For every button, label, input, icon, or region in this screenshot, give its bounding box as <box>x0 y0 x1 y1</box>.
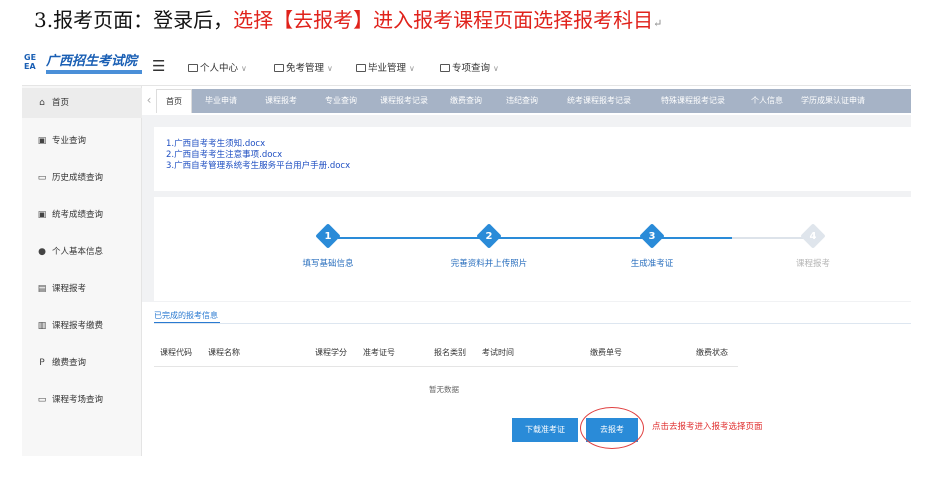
tab-course-apply[interactable]: 课程报考 <box>250 89 312 113</box>
step-connector <box>658 237 732 239</box>
sidebar-item-label: 课程考场查询 <box>52 395 104 405</box>
main-content: 1.广西自考考生须知.docx 2.广西自考考生注意事项.docx 3.广西自考… <box>142 115 911 456</box>
column-header: 缴费单号 <box>590 348 622 357</box>
sidebar: ⌂ 首页 ▣ 专业查询 ▭ 历史成绩查询 ▣ 统考成绩查询 ● 个人基本信息 ▤ 课程报考 … <box>22 86 142 456</box>
divider <box>154 366 738 367</box>
topnav-graduation[interactable]: 毕业管理 ∨ <box>356 60 415 74</box>
folder-icon <box>274 64 284 72</box>
tab-personal-info[interactable]: 个人信息 <box>738 89 796 113</box>
document-link[interactable]: 1.广西自考考生须知.docx <box>166 139 911 150</box>
tab-major-query[interactable]: 专业查询 <box>312 89 370 113</box>
step-label: 填写基础信息 <box>302 259 354 269</box>
tab-special-apply-records[interactable]: 特殊课程报考记录 <box>648 89 738 113</box>
folder-icon: ▭ <box>37 395 47 405</box>
user-icon: ● <box>38 247 46 257</box>
card-icon: ▤ <box>37 284 47 294</box>
column-header: 课程名称 <box>208 348 240 357</box>
sidebar-item-label: 课程报考缴费 <box>52 321 104 331</box>
sidebar-item-label: 专业查询 <box>52 136 87 146</box>
home-icon: ⌂ <box>39 98 45 108</box>
sidebar-item-major-query[interactable]: ▣ 专业查询 <box>22 126 142 156</box>
calendar-icon: ▣ <box>37 136 47 146</box>
sidebar-item-label: 缴费查询 <box>52 358 87 368</box>
step-label: 课程报考 <box>795 259 830 269</box>
folder-icon <box>188 64 198 72</box>
sidebar-item-payment-query[interactable]: P 缴费查询 <box>22 348 142 378</box>
logo-underline <box>46 70 142 74</box>
heading-highlight: 选择【去报考】进入报考课程页面选择报考科目 <box>233 8 654 32</box>
highlight-circle <box>580 407 644 449</box>
tab-unified-apply-records[interactable]: 统考课程报考记录 <box>550 89 648 113</box>
step-number: 2 <box>485 231 493 242</box>
tab-degree-certification[interactable]: 学历成果认证申请 <box>796 89 870 113</box>
step-label: 完善资料并上传照片 <box>450 259 528 269</box>
chevron-down-icon: ∨ <box>327 64 333 73</box>
divider <box>154 323 911 324</box>
sidebar-item-personal-info[interactable]: ● 个人基本信息 <box>22 237 142 267</box>
folder-icon <box>356 64 366 72</box>
tab-strip: 首页 毕业申请 课程报考 专业查询 课程报考记录 缴费查询 违纪查询 统考课程报… <box>156 89 911 113</box>
download-admission-ticket-button[interactable]: 下载准考证 <box>512 418 578 442</box>
sidebar-item-label: 统考成绩查询 <box>52 210 104 220</box>
annotation-text: 点击去报考进入报考选择页面 <box>652 422 763 432</box>
column-header: 考试时间 <box>482 348 514 357</box>
sidebar-item-label: 首页 <box>52 98 70 108</box>
heading-prefix: 3.报考页面：登录后， <box>34 8 234 32</box>
file-icon: ▭ <box>37 173 47 183</box>
return-mark: ↵ <box>653 17 663 30</box>
documents-card: 1.广西自考考生须知.docx 2.广西自考考生注意事项.docx 3.广西自考… <box>154 127 911 191</box>
section-title: 已完成的报考信息 <box>154 311 218 320</box>
completed-section: 已完成的报考信息 课程代码 课程名称 课程学分 准考证号 报名类别 考试时间 缴… <box>142 302 911 456</box>
sidebar-item-exam-room[interactable]: ▭ 课程考场查询 <box>22 385 142 415</box>
sidebar-item-label: 课程报考 <box>52 284 87 294</box>
app-window: GE EA 广西招生考试院 ☰ 个人中心 ∨ 免考管理 ∨ 毕业管理 ∨ 专项查询 ∨ … <box>22 46 911 456</box>
document-link[interactable]: 2.广西自考考生注意事项.docx <box>166 150 911 161</box>
column-header: 课程学分 <box>315 348 347 357</box>
tab-violation-query[interactable]: 违纪查询 <box>494 89 550 113</box>
step-number: 4 <box>809 231 817 242</box>
sidebar-item-course-apply[interactable]: ▤ 课程报考 <box>22 274 142 304</box>
step-number: 3 <box>648 231 656 242</box>
empty-state: 暂无数据 <box>429 385 459 394</box>
logo-mark: GE EA <box>24 53 37 71</box>
sidebar-item-home[interactable]: ⌂ 首页 <box>22 88 142 118</box>
topnav-exemption[interactable]: 免考管理 ∨ <box>274 60 333 74</box>
tab-home[interactable]: 首页 <box>156 89 192 113</box>
sidebar-item-unified-scores[interactable]: ▣ 统考成绩查询 <box>22 200 142 230</box>
sidebar-item-label: 历史成绩查询 <box>52 173 104 183</box>
chevron-down-icon: ∨ <box>493 64 499 73</box>
progress-steps: 1 填写基础信息 2 完善资料并上传照片 3 生成准考证 4 课程报考 <box>154 197 911 301</box>
step-connector <box>496 237 648 239</box>
logo-text: 广西招生考试院 <box>46 54 138 69</box>
topnav-personal-center[interactable]: 个人中心 ∨ <box>188 60 247 74</box>
chevron-left-icon[interactable]: ‹ <box>142 86 156 115</box>
chevron-down-icon: ∨ <box>409 64 415 73</box>
column-header: 准考证号 <box>363 348 395 357</box>
tab-graduation-apply[interactable]: 毕业申请 <box>192 89 250 113</box>
tab-payment-query[interactable]: 缴费查询 <box>438 89 494 113</box>
hamburger-icon[interactable]: ☰ <box>152 57 165 75</box>
document-link[interactable]: 3.广西自考管理系统考生服务平台用户手册.docx <box>166 161 911 172</box>
column-header: 课程代码 <box>160 348 192 357</box>
paypal-icon: P <box>39 358 45 368</box>
folder-icon <box>440 64 450 72</box>
sidebar-item-course-payment[interactable]: ▥ 课程报考缴费 <box>22 311 142 341</box>
topnav-special-query[interactable]: 专项查询 ∨ <box>440 60 499 74</box>
bar-chart-icon: ▥ <box>37 321 47 331</box>
sidebar-item-history-scores[interactable]: ▭ 历史成绩查询 <box>22 163 142 193</box>
site-logo[interactable]: GE EA 广西招生考试院 <box>24 50 144 80</box>
tab-apply-records[interactable]: 课程报考记录 <box>370 89 438 113</box>
chevron-down-icon: ∨ <box>241 64 247 73</box>
step-label: 生成准考证 <box>630 259 674 269</box>
step-connector <box>338 237 486 239</box>
document-heading: 3.报考页面：登录后，选择【去报考】进入报考课程页面选择报考科目↵ <box>34 4 662 38</box>
step-number: 1 <box>324 231 332 242</box>
sidebar-item-label: 个人基本信息 <box>52 247 104 257</box>
tab-bar: ‹ 首页 毕业申请 课程报考 专业查询 课程报考记录 缴费查询 违纪查询 统考课… <box>142 86 911 115</box>
calendar-icon: ▣ <box>37 210 47 220</box>
step-connector <box>732 237 810 239</box>
column-header: 缴费状态 <box>696 348 728 357</box>
column-header: 报名类别 <box>434 348 466 357</box>
top-bar: GE EA 广西招生考试院 ☰ 个人中心 ∨ 免考管理 ∨ 毕业管理 ∨ 专项查询 ∨ <box>22 46 911 86</box>
